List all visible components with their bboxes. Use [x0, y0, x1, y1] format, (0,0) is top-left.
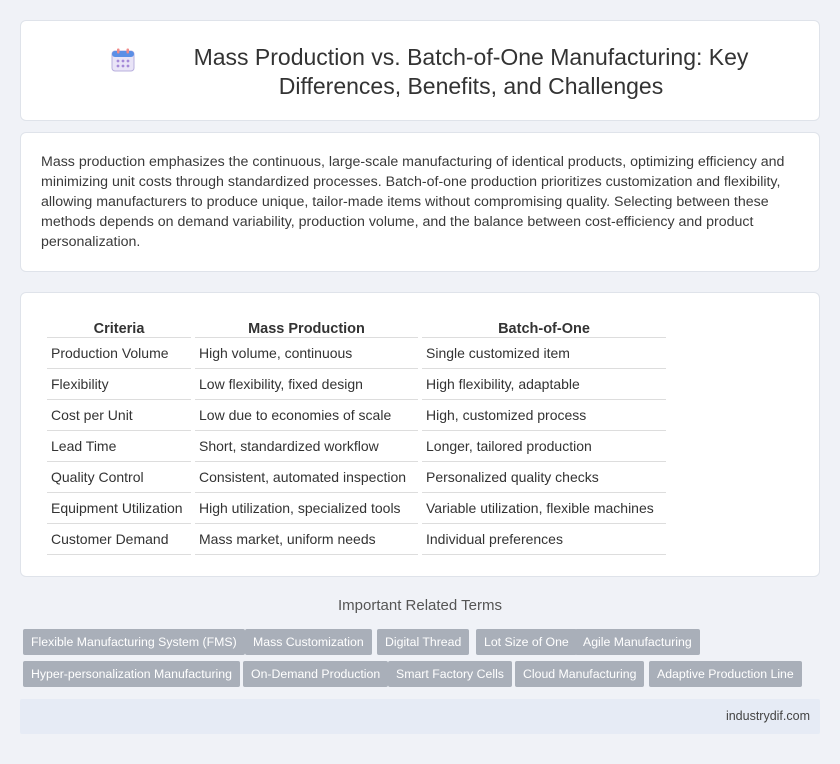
- footer-site-link[interactable]: industrydif.com: [726, 709, 810, 723]
- column-header: Criteria: [47, 315, 191, 338]
- footer: industrydif.com: [20, 699, 820, 734]
- table-cell: Production Volume: [47, 338, 191, 369]
- table-cell: High volume, continuous: [195, 338, 418, 369]
- comparison-table: Criteria Mass Production Batch-of-One Pr…: [43, 315, 670, 555]
- table-row: Equipment Utilization High utilization, …: [47, 493, 666, 524]
- comparison-card: Criteria Mass Production Batch-of-One Pr…: [20, 292, 820, 577]
- table-cell: Longer, tailored production: [422, 431, 666, 462]
- table-cell: Low flexibility, fixed design: [195, 369, 418, 400]
- table-cell: Quality Control: [47, 462, 191, 493]
- column-header: Mass Production: [195, 315, 418, 338]
- table-cell: High, customized process: [422, 400, 666, 431]
- related-term-tag[interactable]: Agile Manufacturing: [575, 629, 700, 655]
- related-term-tag[interactable]: Flexible Manufacturing System (FMS): [23, 629, 245, 655]
- calendar-icon: [111, 48, 135, 72]
- table-cell: Single customized item: [422, 338, 666, 369]
- table-cell: Cost per Unit: [47, 400, 191, 431]
- table-cell: Flexibility: [47, 369, 191, 400]
- table-cell: Equipment Utilization: [47, 493, 191, 524]
- table-row: Cost per Unit Low due to economies of sc…: [47, 400, 666, 431]
- table-cell: High flexibility, adaptable: [422, 369, 666, 400]
- page-title: Mass Production vs. Batch-of-One Manufac…: [193, 44, 749, 99]
- table-cell: Consistent, automated inspection: [195, 462, 418, 493]
- table-cell: Individual preferences: [422, 524, 666, 555]
- related-term-tag[interactable]: Digital Thread: [377, 629, 470, 655]
- table-cell: Customer Demand: [47, 524, 191, 555]
- related-terms-heading: Important Related Terms: [338, 597, 502, 614]
- intro-card: Mass production emphasizes the continuou…: [20, 132, 820, 272]
- related-term-tag[interactable]: Hyper-personalization Manufacturing: [23, 661, 240, 687]
- table-cell: High utilization, specialized tools: [195, 493, 418, 524]
- table-row: Lead Time Short, standardized workflow L…: [47, 431, 666, 462]
- title-card: Mass Production vs. Batch-of-One Manufac…: [20, 20, 820, 121]
- table-row: Production Volume High volume, continuou…: [47, 338, 666, 369]
- table-row: Customer Demand Mass market, uniform nee…: [47, 524, 666, 555]
- related-term-tag[interactable]: Cloud Manufacturing: [515, 661, 645, 687]
- related-term-tag[interactable]: Smart Factory Cells: [388, 661, 512, 687]
- intro-paragraph: Mass production emphasizes the continuou…: [41, 154, 785, 250]
- related-term-tag[interactable]: On-Demand Production: [243, 661, 389, 687]
- table-row: Flexibility Low flexibility, fixed desig…: [47, 369, 666, 400]
- table-row: Quality Control Consistent, automated in…: [47, 462, 666, 493]
- related-term-tag[interactable]: Lot Size of One: [476, 629, 577, 655]
- table-cell: Personalized quality checks: [422, 462, 666, 493]
- table-cell: Short, standardized workflow: [195, 431, 418, 462]
- table-cell: Low due to economies of scale: [195, 400, 418, 431]
- table-header-row: Criteria Mass Production Batch-of-One: [47, 315, 666, 338]
- related-term-tag[interactable]: Adaptive Production Line: [649, 661, 802, 687]
- related-term-tag[interactable]: Mass Customization: [245, 629, 372, 655]
- column-header: Batch-of-One: [422, 315, 666, 338]
- table-cell: Variable utilization, flexible machines: [422, 493, 666, 524]
- table-cell: Mass market, uniform needs: [195, 524, 418, 555]
- table-cell: Lead Time: [47, 431, 191, 462]
